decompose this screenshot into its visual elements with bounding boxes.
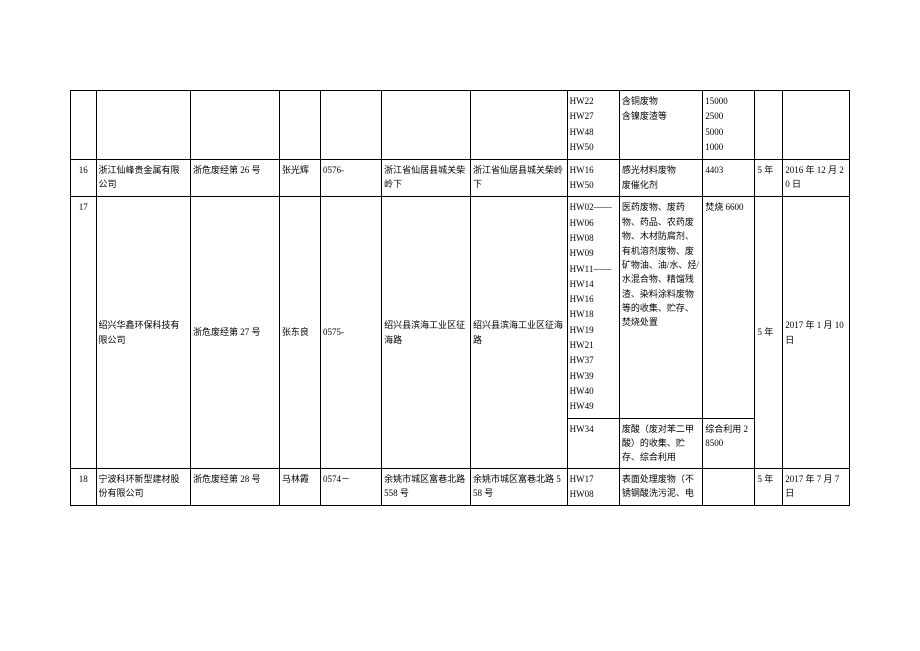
cell-company: 浙江仙峰贵金属有限公司 <box>96 159 190 197</box>
cell-person: 张光辉 <box>279 159 320 197</box>
cell-permit: 浙危废经第 28 号 <box>191 468 280 506</box>
cell-idx: 17 <box>71 197 97 468</box>
table-row: HW22 HW27 HW48 HW50 含铜废物 含镍废渣等 15000 250… <box>71 91 850 160</box>
cell-addr1: 浙江省仙居县城关柴岭下 <box>382 159 471 197</box>
cell-years: 5 年 <box>755 159 783 197</box>
cell-codes: HW34 <box>567 418 619 468</box>
cell-addr2: 浙江省仙居县城关柴岭下 <box>471 159 568 197</box>
data-table: HW22 HW27 HW48 HW50 含铜废物 含镍废渣等 15000 250… <box>70 90 850 506</box>
cell-qty: 15000 2500 5000 1000 <box>703 91 755 160</box>
cell-years: 5 年 <box>755 468 783 506</box>
cell-addr2 <box>471 91 568 160</box>
cell-desc: 废酸（废对苯二甲酸）的收集、贮存、综合利用 <box>619 418 702 468</box>
table-row: 17 绍兴华鑫环保科技有限公司 浙危废经第 27 号 张东良 0575- 绍兴县… <box>71 197 850 418</box>
cell-person <box>279 91 320 160</box>
cell-date <box>783 91 850 160</box>
cell-phone: 0575- <box>321 197 382 468</box>
cell-idx <box>71 91 97 160</box>
cell-desc: 医药废物、废药物、药品、农药废物、木材防腐剂、有机溶剂废物、废矿物油、油/水、烃… <box>619 197 702 418</box>
cell-date: 2017 年 1 月 10 日 <box>783 197 850 468</box>
cell-idx: 18 <box>71 468 97 506</box>
cell-phone: 0576- <box>321 159 382 197</box>
cell-addr1 <box>382 91 471 160</box>
table-row: 18 宁波科环新型建材股份有限公司 浙危废经第 28 号 马林霞 0574－ 余… <box>71 468 850 506</box>
cell-addr1: 余姚市城区富巷北路 558 号 <box>382 468 471 506</box>
cell-person: 张东良 <box>279 197 320 468</box>
cell-company: 绍兴华鑫环保科技有限公司 <box>96 197 190 468</box>
cell-person: 马林霞 <box>279 468 320 506</box>
cell-company: 宁波科环新型建材股份有限公司 <box>96 468 190 506</box>
cell-addr2: 余姚市城区富巷北路 558 号 <box>471 468 568 506</box>
cell-codes: HW16 HW50 <box>567 159 619 197</box>
cell-date: 2017 年 7 月 7 日 <box>783 468 850 506</box>
cell-years: 5 年 <box>755 197 783 468</box>
cell-desc: 感光材料废物 废催化剂 <box>619 159 702 197</box>
cell-qty: 焚烧 6600 <box>703 197 755 418</box>
cell-codes: HW17 HW08 <box>567 468 619 506</box>
cell-idx: 16 <box>71 159 97 197</box>
cell-years <box>755 91 783 160</box>
cell-desc: 含铜废物 含镍废渣等 <box>619 91 702 160</box>
cell-date: 2016 年 12 月 20 日 <box>783 159 850 197</box>
cell-company <box>96 91 190 160</box>
cell-addr2: 绍兴县滨海工业区征海路 <box>471 197 568 468</box>
cell-permit <box>191 91 280 160</box>
cell-qty: 4403 <box>703 159 755 197</box>
cell-permit: 浙危废经第 26 号 <box>191 159 280 197</box>
table-row: 16 浙江仙峰贵金属有限公司 浙危废经第 26 号 张光辉 0576- 浙江省仙… <box>71 159 850 197</box>
cell-phone <box>321 91 382 160</box>
cell-phone: 0574－ <box>321 468 382 506</box>
cell-codes: HW02—— HW06 HW08 HW09 HW11—— HW14 HW16 H… <box>567 197 619 418</box>
cell-qty: 综合利用 28500 <box>703 418 755 468</box>
cell-addr1: 绍兴县滨海工业区征海路 <box>382 197 471 468</box>
cell-permit: 浙危废经第 27 号 <box>191 197 280 468</box>
cell-desc: 表面处理废物（不锈钢酸洗污泥、电 <box>619 468 702 506</box>
cell-qty <box>703 468 755 506</box>
cell-codes: HW22 HW27 HW48 HW50 <box>567 91 619 160</box>
